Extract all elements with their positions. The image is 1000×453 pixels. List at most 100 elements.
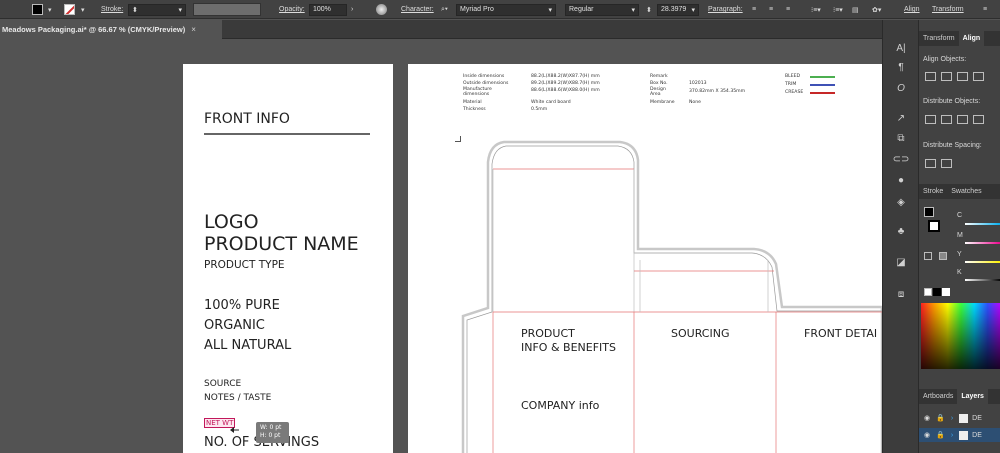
align-right-icon[interactable]: ≡ — [786, 0, 790, 19]
brushes-icon[interactable]: ◪ — [894, 256, 908, 268]
transform-link[interactable]: Transform — [932, 0, 964, 19]
font-family-select[interactable]: Myriad Pro ▾ — [456, 0, 556, 19]
color-spectrum[interactable] — [921, 303, 1000, 369]
tab-artboards[interactable]: Artboards — [919, 389, 957, 404]
product-name-text[interactable]: PRODUCT NAME — [204, 233, 359, 255]
chevron-down-icon[interactable]: ▾ — [48, 0, 52, 19]
properties-panel: Transform Align Align Objects: Distribut… — [918, 20, 1000, 453]
align-left-edge-icon[interactable] — [925, 72, 936, 81]
chevron-down-icon[interactable]: ▾ — [81, 0, 85, 19]
front-detail-label[interactable]: FRONT DETAI — [804, 327, 877, 340]
distribute-vcenter-icon[interactable] — [941, 115, 952, 124]
front-info-heading[interactable]: FRONT INFO — [204, 111, 290, 127]
eye-icon[interactable]: ◉ — [924, 414, 930, 422]
distribute-left-icon[interactable] — [973, 115, 984, 124]
opentype-panel-icon[interactable]: O — [894, 82, 908, 94]
expand-icon[interactable]: › — [951, 432, 953, 439]
canvas[interactable]: FRONT INFO LOGO PRODUCT NAME PRODUCT TYP… — [0, 40, 882, 453]
more-options-icon[interactable]: ▤ — [852, 0, 859, 19]
font-size-stepper-icon[interactable]: ⬍ — [646, 0, 652, 19]
black-slider[interactable] — [965, 279, 1000, 281]
document-tab[interactable]: Meadows Packaging.ai* @ 66.67 % (CMYK/Pr… — [0, 20, 222, 39]
align-horizontal-center-icon[interactable] — [941, 72, 952, 81]
company-info-label[interactable]: COMPANY info — [521, 399, 599, 412]
paragraph-label[interactable]: Paragraph: — [708, 0, 743, 19]
none-swatch[interactable] — [924, 288, 932, 296]
claim-text[interactable]: 100% PURE — [204, 298, 280, 313]
chevron-right-icon[interactable]: › — [351, 0, 353, 19]
panel-icon-column: A| ¶ O ↗ ⧉ ⊂⊃ ● ◈ ♣ ◪ ⧈ — [882, 20, 918, 453]
yellow-slider[interactable] — [965, 261, 1000, 263]
symbols-icon[interactable]: ♣ — [894, 225, 908, 237]
lock-icon[interactable]: 🔒 — [936, 414, 945, 422]
align-center-icon[interactable]: ≡ — [769, 0, 773, 19]
tab-align[interactable]: Align — [958, 31, 985, 46]
layer-row-selected[interactable]: ◉ 🔒 › DE — [919, 428, 1000, 442]
artboard-dieline[interactable]: Inside dimensions Outside dimensions Man… — [408, 64, 882, 453]
sourcing-label[interactable]: SOURCING — [671, 327, 729, 340]
out-of-gamut-icon[interactable] — [924, 252, 932, 260]
character-panel-icon[interactable]: A| — [894, 42, 908, 54]
stroke-swatch[interactable] — [64, 0, 75, 19]
appearance-icon[interactable]: ● — [894, 174, 908, 186]
distribute-vspace-icon[interactable] — [925, 159, 936, 168]
cyan-slider[interactable] — [965, 223, 1000, 225]
artboard-front-info[interactable]: FRONT INFO LOGO PRODUCT NAME PRODUCT TYP… — [183, 64, 393, 453]
close-icon[interactable]: × — [191, 25, 196, 34]
bullet-list-icon[interactable]: ⁝≡▾ — [811, 0, 821, 19]
layer-name[interactable]: DE — [972, 432, 982, 439]
tab-swatches[interactable]: Swatches — [947, 184, 985, 199]
stroke-weight-stepper[interactable]: ⬍ ▾ — [128, 0, 186, 19]
tab-transform[interactable]: Transform — [919, 31, 959, 46]
links-icon[interactable]: ⊂⊃ — [893, 153, 910, 165]
claim-text[interactable]: ORGANIC — [204, 318, 265, 333]
claim-text[interactable]: ALL NATURAL — [204, 338, 291, 353]
distribute-objects-label: Distribute Objects: — [923, 98, 981, 105]
recolor-icon[interactable]: ✿▾ — [872, 0, 881, 19]
fill-swatch[interactable] — [32, 0, 43, 19]
tab-stroke[interactable]: Stroke — [919, 184, 947, 199]
recolor-artwork-icon[interactable] — [376, 0, 387, 19]
eye-icon[interactable]: ◉ — [924, 431, 930, 439]
fill-color-chip[interactable] — [924, 207, 934, 217]
paragraph-panel-icon[interactable]: ¶ — [894, 61, 908, 73]
panel-menu-icon[interactable]: ≡ — [983, 0, 987, 19]
opacity-input[interactable]: 100% — [309, 0, 347, 19]
magenta-slider[interactable] — [965, 242, 1000, 244]
font-style-select[interactable]: Regular ▾ — [565, 0, 639, 19]
variable-width-profile[interactable] — [193, 0, 261, 19]
document-tab-title: Meadows Packaging.ai* @ 66.67 % (CMYK/Pr… — [2, 25, 186, 34]
align-top-edge-icon[interactable] — [973, 72, 984, 81]
expand-icon[interactable]: › — [951, 415, 953, 422]
cursor-icon — [230, 420, 239, 433]
graphic-styles-icon[interactable]: ◈ — [894, 196, 908, 208]
notes-text[interactable]: NOTES / TASTE — [204, 393, 271, 403]
character-label[interactable]: Character: — [401, 0, 434, 19]
layer-name[interactable]: DE — [972, 415, 982, 422]
white-swatch[interactable] — [942, 288, 950, 296]
pathfinder-icon[interactable]: ⧈ — [894, 288, 908, 300]
export-icon[interactable]: ↗ — [894, 112, 908, 124]
lock-icon[interactable]: 🔒 — [936, 431, 945, 439]
font-search-icon[interactable]: ⌕▾ — [441, 0, 448, 19]
logo-text[interactable]: LOGO — [204, 211, 259, 233]
align-left-icon[interactable]: ≡ — [752, 0, 756, 19]
opacity-label[interactable]: Opacity: — [279, 0, 305, 19]
source-text[interactable]: SOURCE — [204, 379, 241, 389]
distribute-hspace-icon[interactable] — [941, 159, 952, 168]
align-right-edge-icon[interactable] — [957, 72, 968, 81]
numbered-list-icon[interactable]: ⁝≡▾ — [833, 0, 843, 19]
product-type-text[interactable]: PRODUCT TYPE — [204, 259, 285, 271]
tab-layers[interactable]: Layers — [957, 389, 988, 404]
black-swatch[interactable] — [933, 288, 941, 296]
font-size-input[interactable]: 28.3979 ▾ — [657, 0, 699, 19]
stroke-label[interactable]: Stroke: — [101, 0, 123, 19]
layer-row[interactable]: ◉ 🔒 › DE — [919, 411, 1000, 425]
distribute-top-icon[interactable] — [925, 115, 936, 124]
asset-export-icon[interactable]: ⧉ — [894, 132, 908, 144]
distribute-bottom-icon[interactable] — [957, 115, 968, 124]
product-info-label[interactable]: PRODUCT INFO & BENEFITS — [521, 327, 616, 355]
stroke-color-chip[interactable] — [928, 220, 940, 232]
web-safe-icon[interactable] — [939, 252, 947, 260]
align-link[interactable]: Align — [904, 0, 920, 19]
